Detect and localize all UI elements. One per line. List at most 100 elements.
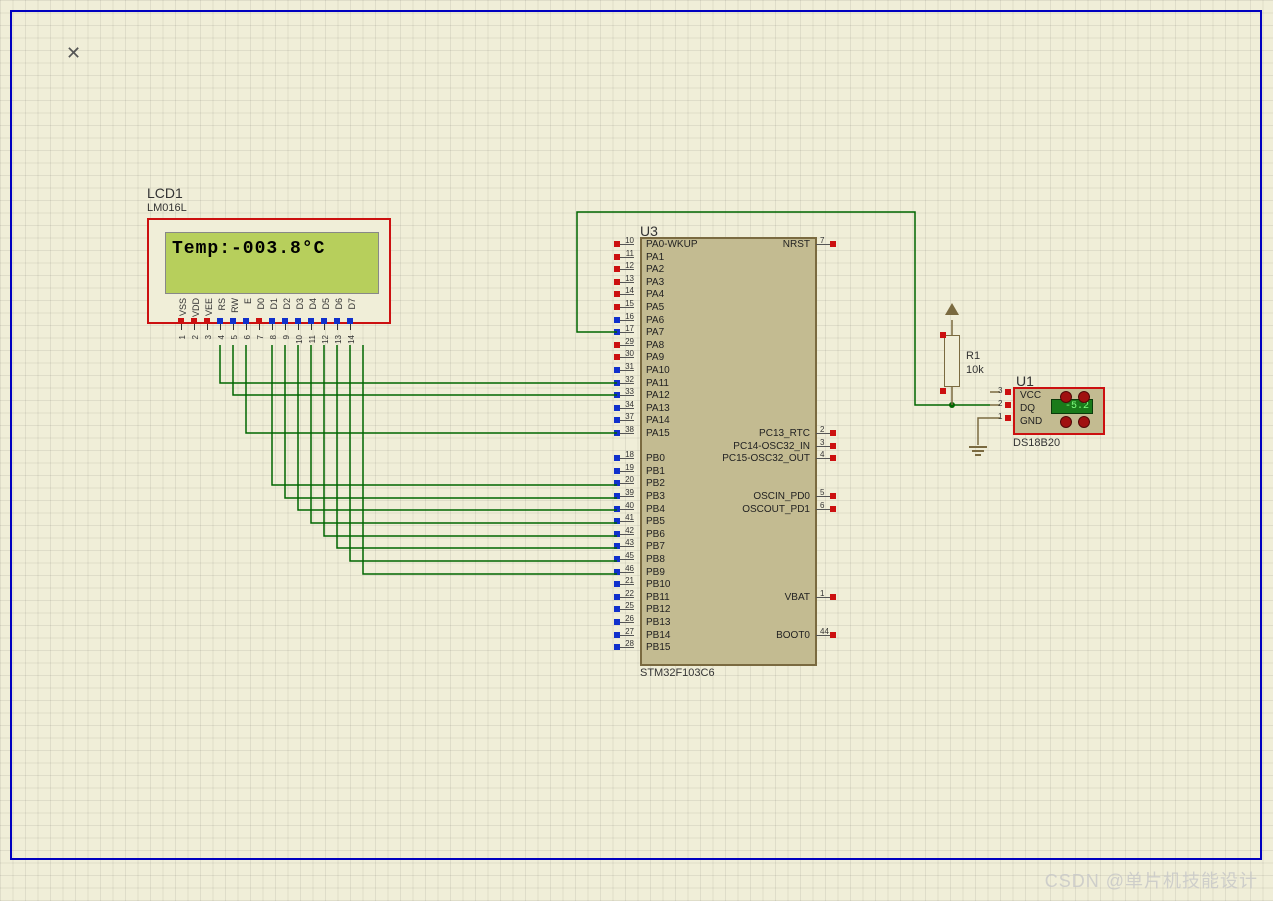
pin-dot xyxy=(308,318,314,324)
pin-stub xyxy=(620,420,634,421)
resistor-pin2 xyxy=(940,388,946,394)
pin-stub xyxy=(816,635,830,636)
pin-dot xyxy=(614,417,620,423)
pin-stub xyxy=(620,345,634,346)
mcu-pin-label: PA7 xyxy=(646,327,664,338)
pin-dot xyxy=(1005,389,1011,395)
mcu-pin-label: PA13 xyxy=(646,403,670,414)
pin-dot xyxy=(614,291,620,297)
mcu-pin-label: PA11 xyxy=(646,378,669,389)
resistor-ref: R1 xyxy=(966,350,980,362)
sensor-down-button[interactable] xyxy=(1078,391,1090,403)
pin-dot xyxy=(614,480,620,486)
pin-stub xyxy=(620,597,634,598)
lcd-pin-label: D7 xyxy=(347,298,357,310)
mcu-pin-label: BOOT0 xyxy=(776,630,810,641)
lcd-pin-label: VEE xyxy=(204,298,214,316)
lcd-pin-num: 11 xyxy=(308,335,317,343)
pin-dot xyxy=(230,318,236,324)
lcd-pin-label: RS xyxy=(217,298,227,311)
mcu-pin-label: PB9 xyxy=(646,567,665,578)
pin-dot xyxy=(830,594,836,600)
sensor-part: DS18B20 xyxy=(1013,437,1060,449)
mcu-pin-label: PB7 xyxy=(646,541,665,552)
mcu-pin-label: PB8 xyxy=(646,554,665,565)
pin-stub xyxy=(620,534,634,535)
pin-dot xyxy=(614,354,620,360)
lcd-pin-num: 5 xyxy=(230,335,239,339)
pin-dot xyxy=(614,619,620,625)
sensor-btn3[interactable] xyxy=(1060,416,1072,428)
pin-dot xyxy=(614,317,620,323)
lcd-pin-num: 4 xyxy=(217,335,226,339)
pin-dot xyxy=(614,531,620,537)
pin-stub xyxy=(816,458,830,459)
mcu-pin-label: PA2 xyxy=(646,264,664,275)
pin-dot xyxy=(614,342,620,348)
mcu-pin-label: PB3 xyxy=(646,491,665,502)
pin-dot xyxy=(614,594,620,600)
pin-stub xyxy=(816,244,830,245)
watermark: CSDN @单片机技能设计 xyxy=(1045,867,1258,893)
sensor-pinnum-1: 1 xyxy=(998,412,1002,421)
pin-dot xyxy=(614,279,620,285)
pin-stub xyxy=(816,509,830,510)
pin-dot xyxy=(614,606,620,612)
pin-stub xyxy=(620,509,634,510)
mcu-pin-label: OSCIN_PD0 xyxy=(753,491,810,502)
lcd-pin-label: D0 xyxy=(256,298,266,310)
close-icon[interactable]: ✕ xyxy=(66,43,81,64)
lcd-pin-label: D6 xyxy=(334,298,344,310)
lcd-pin-label: D4 xyxy=(308,298,318,310)
pin-dot xyxy=(614,632,620,638)
sensor-pin-vcc: VCC xyxy=(1020,390,1041,401)
mcu-pin-label: PB1 xyxy=(646,466,665,477)
pin-dot xyxy=(614,644,620,650)
pin-stub xyxy=(620,546,634,547)
pin-stub xyxy=(620,383,634,384)
resistor-pin1 xyxy=(940,332,946,338)
sensor-btn4[interactable] xyxy=(1078,416,1090,428)
pin-dot xyxy=(830,443,836,449)
pin-dot xyxy=(614,506,620,512)
lcd-part: LM016L xyxy=(147,202,187,214)
pin-stub xyxy=(816,496,830,497)
lcd-pin-label: VSS xyxy=(178,298,188,316)
mcu-pin-label: PA6 xyxy=(646,315,664,326)
pin-dot xyxy=(178,318,184,324)
lcd-pin-label: E xyxy=(243,298,253,304)
pin-stub xyxy=(816,597,830,598)
pin-dot xyxy=(204,318,210,324)
lcd-pin-num: 8 xyxy=(269,335,278,339)
pin-dot xyxy=(614,493,620,499)
pin-stub xyxy=(620,559,634,560)
mcu-pin-label: PB12 xyxy=(646,604,670,615)
pin-dot xyxy=(830,493,836,499)
lcd-pin-label: VDD xyxy=(191,298,201,317)
pin-dot xyxy=(830,506,836,512)
pin-stub xyxy=(620,282,634,283)
lcd-pin-num: 6 xyxy=(243,335,252,339)
resistor[interactable] xyxy=(944,335,960,387)
pin-dot xyxy=(217,318,223,324)
lcd-pin-num: 10 xyxy=(295,335,304,344)
pin-stub xyxy=(620,408,634,409)
pin-stub xyxy=(620,572,634,573)
pin-dot xyxy=(614,468,620,474)
mcu-part: STM32F103C6 xyxy=(640,667,715,679)
sensor-up-button[interactable] xyxy=(1060,391,1072,403)
lcd-ref: LCD1 xyxy=(147,185,183,201)
mcu-pin-label: PA3 xyxy=(646,277,664,288)
pin-dot xyxy=(614,556,620,562)
mcu-pin-label: PA12 xyxy=(646,390,670,401)
pin-dot xyxy=(830,241,836,247)
lcd-pin-num: 13 xyxy=(334,335,343,344)
mcu-pin-label: PB4 xyxy=(646,504,665,515)
pin-dot xyxy=(614,254,620,260)
pin-stub xyxy=(620,332,634,333)
pin-dot xyxy=(614,241,620,247)
pin-dot xyxy=(282,318,288,324)
lcd-pin-label: D1 xyxy=(269,298,279,310)
lcd-pin-num: 9 xyxy=(282,335,291,339)
pin-dot xyxy=(614,329,620,335)
